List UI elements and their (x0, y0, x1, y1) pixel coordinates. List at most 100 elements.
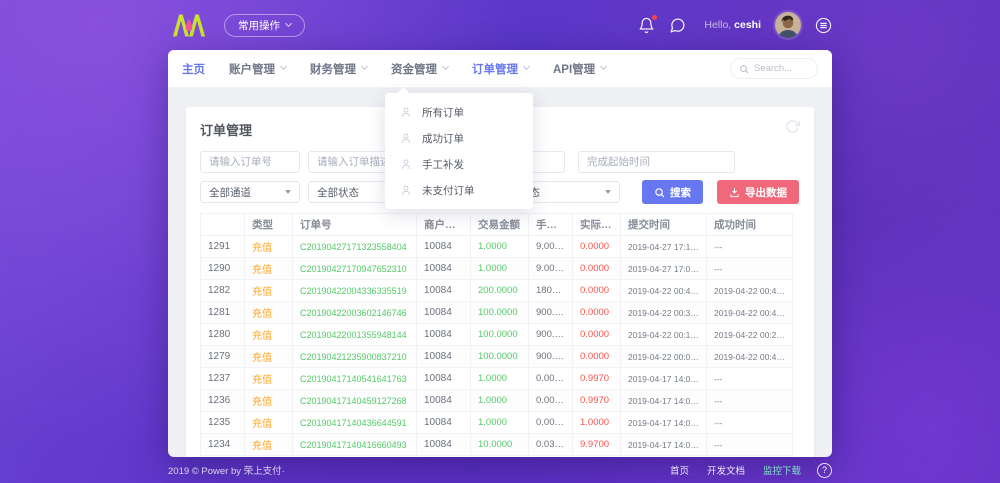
nav-item-订单管理[interactable]: 订单管理 (472, 61, 529, 77)
column-header: 成功时间 (707, 214, 793, 236)
table-cell: 充值 (245, 258, 293, 280)
table-cell: 1290 (201, 258, 245, 280)
channel-select[interactable]: 全部通道 (200, 181, 300, 203)
table-cell[interactable]: C20190417140459127268 (293, 390, 417, 412)
chevron-down-icon (523, 63, 530, 70)
dropdown-item-所有订单[interactable]: 所有订单 (385, 99, 533, 125)
table-cell: 10084 (417, 258, 471, 280)
table-cell: 0.0030 (529, 390, 573, 412)
table-cell[interactable]: C20190422004336335519 (293, 280, 417, 302)
table-row: 1282充值C2019042200433633551910084200.0000… (201, 280, 793, 302)
nav-item-资金管理[interactable]: 资金管理 (391, 61, 448, 77)
footer-link-监控下载[interactable]: 监控下载 (763, 463, 801, 477)
table-cell: --- (707, 236, 793, 258)
export-data-button[interactable]: 导出数据 (717, 180, 799, 204)
table-cell: 1291 (201, 236, 245, 258)
message-icon[interactable] (669, 17, 686, 34)
column-header: 手续费 (529, 214, 573, 236)
page-footer: 2019 © Power by 荣上支付· 首页 开发文档 监控下载 ? (0, 457, 1000, 483)
table-row: 1279充值C2019042123590083721010084100.0000… (201, 346, 793, 368)
table-cell: 0.0000 (573, 346, 621, 368)
search-button[interactable]: 搜索 (642, 180, 703, 204)
table-cell: 100.0000 (471, 346, 529, 368)
table-cell: 900.0000 (529, 346, 573, 368)
logo (172, 12, 206, 44)
table-cell: 900.0000 (529, 302, 573, 324)
avatar[interactable] (775, 12, 801, 38)
column-header: 类型 (245, 214, 293, 236)
status-select-value: 全部状态 (317, 185, 359, 200)
card-content: 订单管理 全部通道 全部状态 全部回调状态 (168, 88, 832, 457)
dropdown-item-label: 所有订单 (422, 105, 464, 120)
help-icon[interactable]: ? (817, 463, 832, 478)
dropdown-item-未支付订单[interactable]: 未支付订单 (385, 177, 533, 203)
nav-item-账户管理[interactable]: 账户管理 (229, 61, 286, 77)
table-cell: 1.0000 (471, 412, 529, 434)
table-cell: 2019-04-17 14:04:36 (621, 412, 707, 434)
table-cell: 2019-04-22 00:41:14 (707, 346, 793, 368)
chevron-down-icon (280, 63, 287, 70)
table-cell[interactable]: C20190417140416660493 (293, 434, 417, 456)
table-cell: 1.0000 (471, 258, 529, 280)
nav-item-财务管理[interactable]: 财务管理 (310, 61, 367, 77)
table-cell: 2019-04-22 00:13:56 (621, 324, 707, 346)
table-cell: 10084 (417, 324, 471, 346)
table-cell: 充值 (245, 302, 293, 324)
table-cell: 200.0000 (471, 280, 529, 302)
table-cell: 2019-04-27 17:13:24 (621, 236, 707, 258)
table-cell: --- (707, 390, 793, 412)
table-row: 1234充值C201904171404166604931008410.00000… (201, 434, 793, 456)
table-cell: 10084 (417, 346, 471, 368)
finish-start-time-input[interactable] (578, 151, 735, 173)
order-number-input[interactable] (200, 151, 300, 173)
footer-link-开发文档[interactable]: 开发文档 (707, 463, 745, 477)
refresh-icon[interactable] (785, 119, 800, 134)
nav-item-API管理[interactable]: API管理 (553, 61, 606, 77)
table-cell: 1.0000 (471, 390, 529, 412)
table-cell: 0.0000 (529, 412, 573, 434)
dropdown-item-手工补发[interactable]: 手工补发 (385, 151, 533, 177)
table-cell: 2019-04-22 00:00:03 (621, 346, 707, 368)
table-cell: 1234 (201, 434, 245, 456)
table-cell[interactable]: C20190417140541641763 (293, 368, 417, 390)
table-cell: 10084 (417, 412, 471, 434)
column-header: 提交时间 (621, 214, 707, 236)
dropdown-item-成功订单[interactable]: 成功订单 (385, 125, 533, 151)
table-row: 1290充值C20190427170947652310100841.00009.… (201, 258, 793, 280)
navbar-search (730, 58, 818, 79)
header-actions: Hello, ceshi (638, 0, 832, 50)
table-row: 1281充值C2019042200360214674610084100.0000… (201, 302, 793, 324)
table-cell: 0.0300 (529, 434, 573, 456)
nav-item-主页[interactable]: 主页 (182, 61, 205, 77)
table-cell: 充值 (245, 280, 293, 302)
menu-icon[interactable] (815, 17, 832, 34)
table-cell: 10084 (417, 390, 471, 412)
quick-actions-button[interactable]: 常用操作 (224, 14, 305, 37)
table-cell[interactable]: C20190427171323558404 (293, 236, 417, 258)
table-cell: 10084 (417, 280, 471, 302)
nav-item-label: 主页 (182, 61, 205, 77)
copyright-text: 2019 © Power by 荣上支付· (168, 463, 285, 477)
table-cell: 0.9970 (573, 390, 621, 412)
search-icon (654, 187, 665, 198)
table-cell: 1280 (201, 324, 245, 346)
table-cell: 2019-04-27 17:09:48 (621, 258, 707, 280)
table-cell[interactable]: C20190422001355948144 (293, 324, 417, 346)
table-cell: 2019-04-17 14:04:59 (621, 390, 707, 412)
table-cell: 10084 (417, 236, 471, 258)
table-row: 1235充值C20190417140436644591100841.00000.… (201, 412, 793, 434)
table-row: 1280充值C2019042200135594814410084100.0000… (201, 324, 793, 346)
table-cell[interactable]: C20190421235900837210 (293, 346, 417, 368)
table-cell[interactable]: C20190427170947652310 (293, 258, 417, 280)
chevron-down-icon (442, 63, 449, 70)
footer-link-首页[interactable]: 首页 (670, 463, 689, 477)
table-cell: 1279 (201, 346, 245, 368)
table-cell[interactable]: C20190422003602146746 (293, 302, 417, 324)
notifications-bell-icon[interactable] (638, 17, 655, 34)
table-cell: 1236 (201, 390, 245, 412)
table-cell[interactable]: C20190417140436644591 (293, 412, 417, 434)
table-cell: 10084 (417, 368, 471, 390)
search-input[interactable] (754, 63, 809, 74)
table-cell: 1281 (201, 302, 245, 324)
caret-down-icon (285, 190, 291, 194)
